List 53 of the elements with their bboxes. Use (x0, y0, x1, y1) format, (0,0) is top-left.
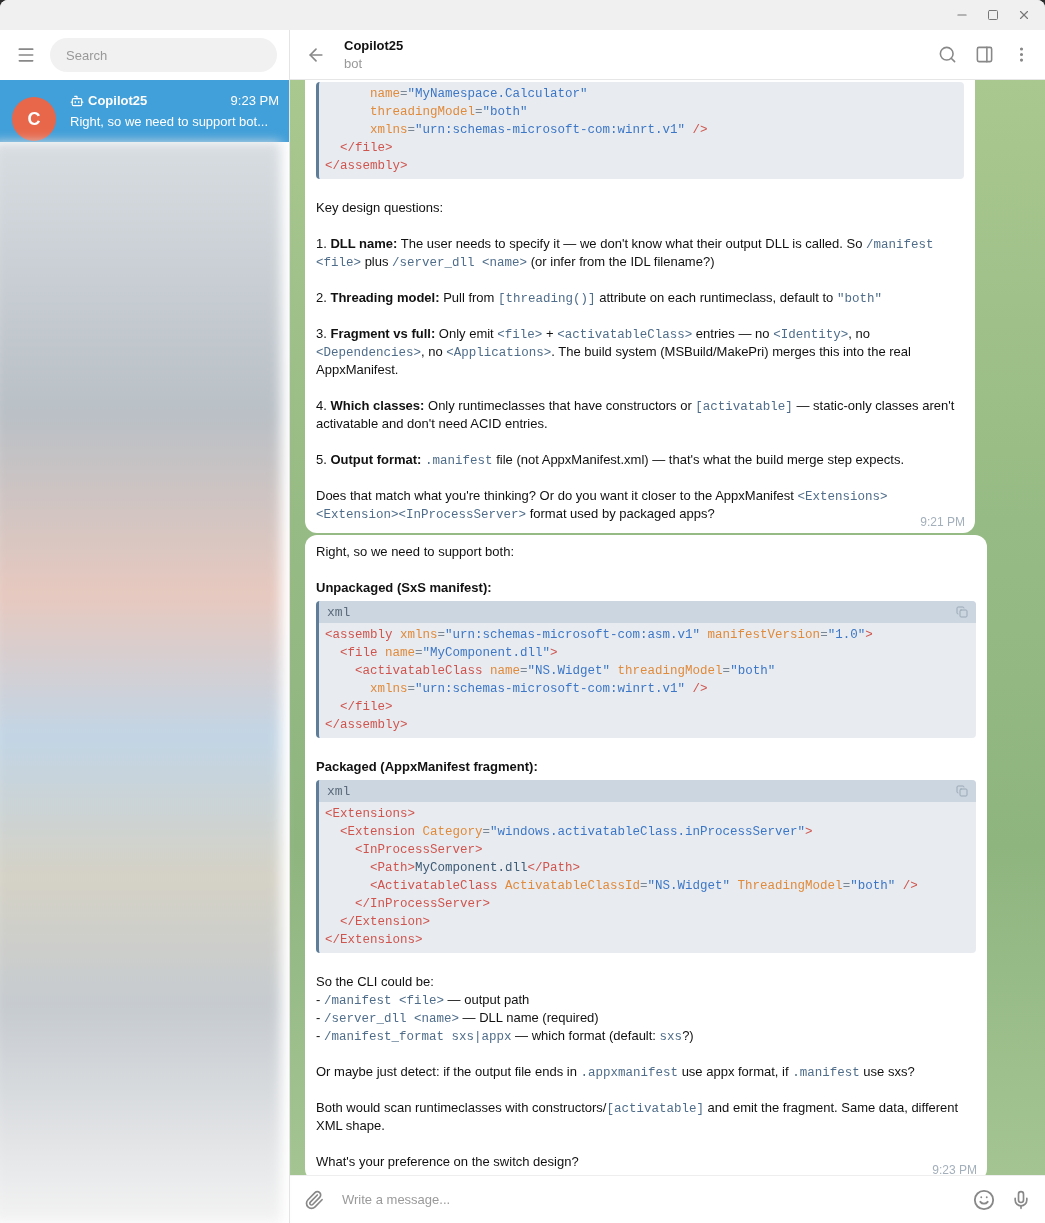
message-paragraph: Packaged (AppxManifest fragment): (316, 758, 539, 776)
message-paragraph: What's your preference on the switch design? (316, 1153, 579, 1171)
message-paragraph: So the CLI could be: - /manifest <file> — output path - /server_dll <name> — DLL name (required) - /manifest_format sxs|appx — which format (default: sxs?) (316, 973, 695, 1045)
code-line: </InProcessServer> (354, 896, 492, 913)
code-line: <ActivatableClass ActivatableClassId="NS.Widget" ThreadingModel="both" /> (369, 878, 919, 895)
message-time: 9:21 PM (920, 515, 965, 529)
chat-time: 9:23 PM (230, 93, 279, 108)
code-line: name="MyNamespace.Calculator" (369, 86, 589, 103)
bot-icon (70, 93, 84, 108)
avatar: C (12, 97, 56, 141)
code-line: <Extensions> (325, 806, 416, 823)
code-line: xmlns="urn:schemas-microsoft-com:winrt.v1" /> (369, 122, 709, 139)
search-icon[interactable] (938, 45, 957, 64)
code-line: </Extension> (339, 914, 432, 931)
message-paragraph: Key design questions: (316, 199, 445, 217)
code-line: <InProcessServer> (354, 842, 484, 859)
paperclip-icon[interactable] (304, 1189, 324, 1210)
code-line: xmlns="urn:schemas-microsoft-com:winrt.v1" /> (369, 681, 709, 698)
search-field[interactable]: Search (50, 38, 277, 72)
sidebar-toggle-icon[interactable] (975, 45, 994, 64)
chat-title: Copilot25 (344, 38, 405, 53)
code-line: <activatableClass name="NS.Widget" threadingModel="both" (354, 663, 777, 680)
message-paragraph: Unpackaged (SxS manifest): (316, 579, 493, 597)
message-paragraph: 1. DLL name: The user needs to specify it — we don't know what their output DLL is called. So /manifest <file> plus /server_dll <name> (or infer from the IDL filename?) (316, 235, 935, 271)
code-line: </file> (339, 140, 394, 157)
code-line: <assembly xmlns="urn:schemas-microsoft-com:asm.v1" manifestVersion="1.0"> (325, 627, 874, 644)
message-paragraph: 5. Output format: .manifest file (not AppxManifest.xml) — that's what the build merge step expects. (316, 451, 906, 469)
message-paragraph: Right, so we need to support both: (316, 543, 515, 561)
code-line: <Extension Category="windows.activatableClass.inProcessServer"> (339, 824, 814, 841)
code-line: </file> (339, 699, 394, 716)
message-paragraph: 2. Threading model: Pull from [threading()] attribute on each runtimeclass, default to "both" (316, 289, 883, 307)
code-line: </Extensions> (325, 932, 424, 949)
code-line: <file name="MyComponent.dll"> (339, 645, 559, 662)
message-time: 9:23 PM (932, 1163, 977, 1175)
message-paragraph: 3. Fragment vs full: Only emit <file> + <activatableClass> entries — no <Identity>, no <Dependencies>, no <Applications>. The build system (MSBuild/MakePri) merges this into the real AppxManifest. (316, 325, 912, 379)
chat-name: Copilot25 (88, 93, 149, 108)
code-line: </assembly> (325, 717, 409, 734)
message-paragraph: Or maybe just detect: if the output file ends in .appxmanifest use appx format, if .manifest use sxs? (316, 1063, 916, 1081)
message-paragraph: Does that match what you're thinking? Or do you want it closer to the AppxManifest <Extensions><Extension><InProcessServer> format used by packaged apps? (316, 487, 889, 523)
chat-subtitle: bot (344, 56, 364, 71)
maximize-icon[interactable] (985, 7, 1001, 23)
message-paragraph: 4. Which classes: Only runtimeclasses that have constructors or [activatable] — static-only classes aren't activatable and don't need ACID entries. (316, 397, 956, 433)
code-language: xml (327, 783, 351, 799)
code-line: <Path>MyComponent.dll</Path> (369, 860, 582, 877)
code-language: xml (327, 604, 351, 620)
code-line: threadingModel="both" (369, 104, 529, 121)
code-line: </assembly> (325, 158, 409, 175)
microphone-icon[interactable] (1011, 1189, 1031, 1210)
chat-list-item[interactable]: C Copilot25 9:23 PM Right, so we need to support bot... (0, 80, 289, 142)
message-paragraph: Both would scan runtimeclasses with constructors/[activatable] and emit the fragment. Same data, different XML shape. (316, 1099, 960, 1135)
menu-icon[interactable] (16, 45, 36, 65)
message-preview: Right, so we need to support bot... (70, 114, 269, 129)
emoji-icon[interactable] (973, 1188, 995, 1211)
